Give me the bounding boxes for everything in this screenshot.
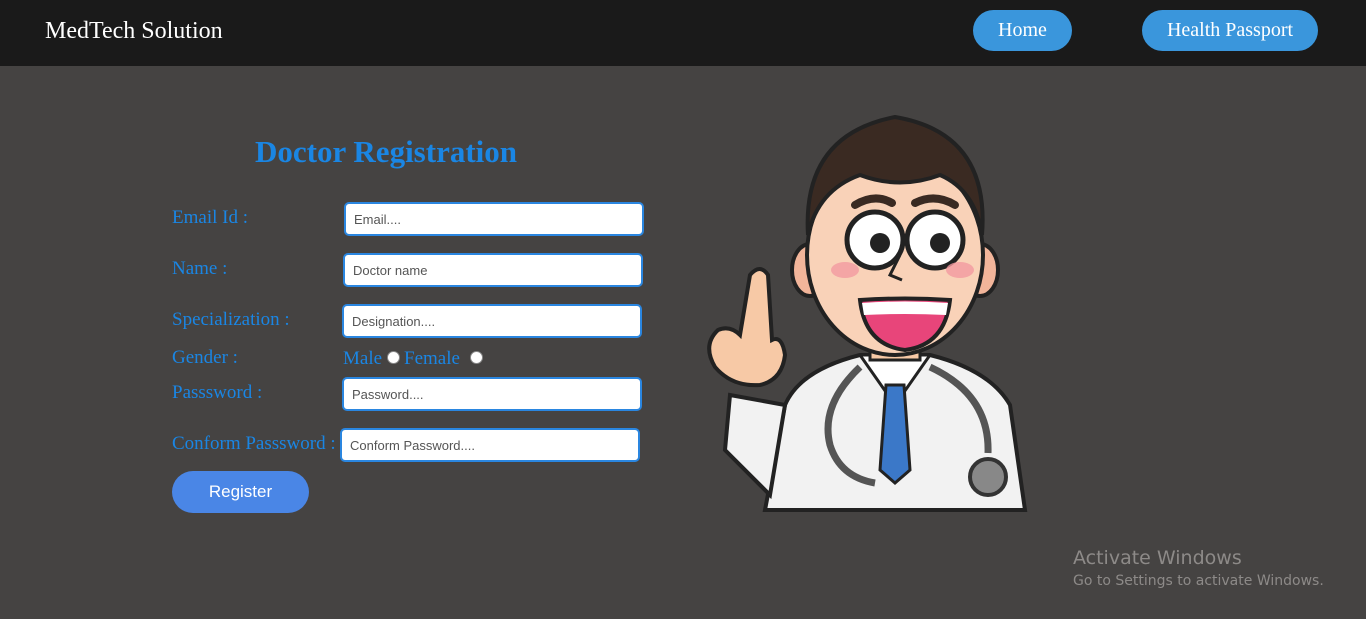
password-label: Passsword :	[172, 382, 263, 403]
gender-label: Gender :	[172, 347, 238, 368]
email-input[interactable]	[344, 202, 644, 236]
gender-female-radio[interactable]	[470, 351, 483, 364]
email-label: Email Id :	[172, 207, 248, 228]
specialization-label: Specialization :	[172, 309, 290, 330]
activate-windows-title: Activate Windows	[1073, 547, 1242, 569]
home-button[interactable]: Home	[973, 10, 1072, 51]
top-navbar: MedTech Solution Home Health Passport	[0, 0, 1366, 66]
gender-female-label: Female	[404, 348, 460, 369]
password-input[interactable]	[342, 377, 642, 411]
specialization-input[interactable]	[342, 304, 642, 338]
gender-male-label: Male	[343, 348, 383, 369]
name-label: Name :	[172, 258, 228, 279]
gender-male-radio[interactable]	[387, 351, 400, 364]
register-button[interactable]: Register	[172, 471, 309, 513]
form-title: Doctor Registration	[255, 134, 518, 169]
activate-windows-subtitle: Go to Settings to activate Windows.	[1073, 573, 1324, 589]
confirm-password-label: Conform Passsword :	[172, 433, 336, 454]
brand-title: MedTech Solution	[45, 18, 223, 44]
name-input[interactable]	[343, 253, 643, 287]
confirm-password-input[interactable]	[340, 428, 640, 462]
doctor-illustration-icon	[707, 114, 1028, 512]
health-passport-button[interactable]: Health Passport	[1142, 10, 1318, 51]
